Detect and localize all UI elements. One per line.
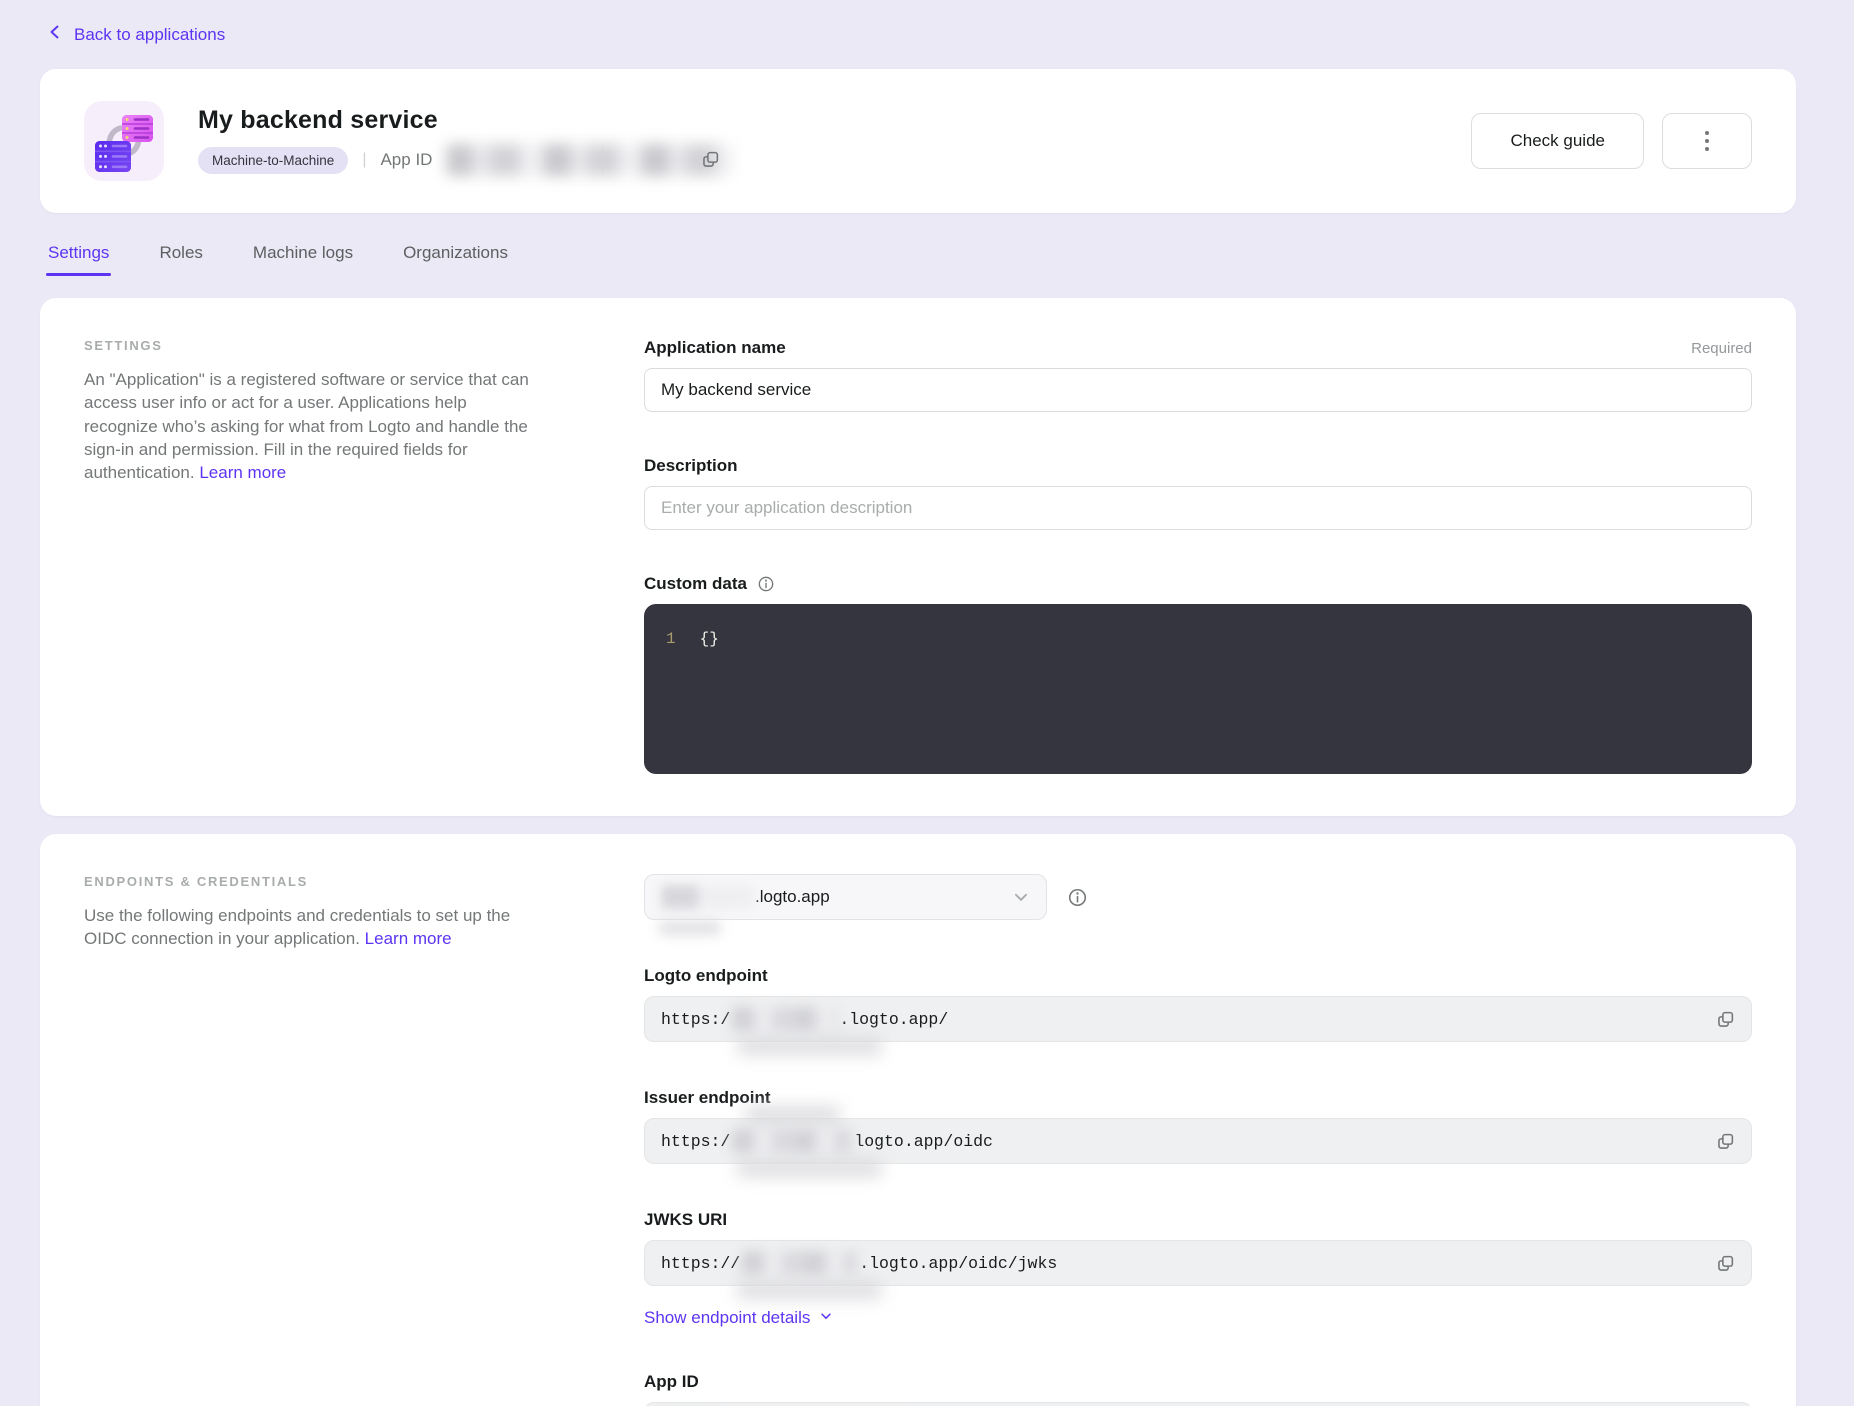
issuer-endpoint-group: Issuer endpoint https:/ logto.app/oidc [644, 1088, 1752, 1164]
settings-section-intro: SETTINGS An "Application" is a registere… [84, 338, 539, 484]
tenant-id-blur-spill [659, 921, 721, 935]
chevron-down-icon [819, 1308, 833, 1328]
settings-form: Application name Required Description Cu… [644, 338, 1752, 774]
copy-icon[interactable] [701, 150, 720, 169]
show-endpoint-details-toggle[interactable]: Show endpoint details [644, 1308, 833, 1328]
tenant-domain-suffix: .logto.app [755, 887, 830, 907]
copy-icon[interactable] [1716, 1132, 1735, 1151]
tenant-id-blur [661, 885, 753, 909]
chevron-left-icon [48, 24, 62, 45]
endpoint-value-prefix: https:/ [661, 1132, 730, 1151]
back-to-applications-link[interactable]: Back to applications [48, 24, 225, 45]
endpoint-blur-spill [737, 1281, 882, 1299]
copy-icon[interactable] [1716, 1010, 1735, 1029]
application-name-input[interactable] [644, 368, 1752, 412]
application-header-card: My backend service Machine-to-Machine | … [40, 69, 1796, 213]
endpoint-value-prefix: https:// [661, 1254, 740, 1273]
endpoint-value-prefix: https:/ [661, 1010, 730, 1029]
app-id-group: App ID [644, 1372, 1752, 1406]
editor-content: {} [700, 630, 719, 648]
header-actions: Check guide [1471, 113, 1752, 169]
settings-section-title: SETTINGS [84, 338, 539, 353]
tenant-endpoint-row: .logto.app [644, 874, 1752, 920]
settings-learn-more-link[interactable]: Learn more [199, 463, 286, 482]
app-id-field [644, 1402, 1752, 1406]
settings-card: SETTINGS An "Application" is a registere… [40, 298, 1796, 816]
endpoint-blur-spill [737, 1037, 882, 1055]
endpoint-blur-spill [737, 1159, 882, 1177]
back-link-label: Back to applications [74, 25, 225, 45]
jwks-uri-field: https:// .logto.app/oidc/jwks [644, 1240, 1752, 1286]
page-shell: Back to applications [40, 0, 1796, 1406]
application-name-label: Application name [644, 338, 786, 358]
machine-to-machine-app-icon [84, 101, 164, 181]
endpoint-value-suffix: .logto.app/oidc/jwks [859, 1254, 1057, 1273]
custom-data-label: Custom data [644, 574, 747, 594]
chevron-down-icon [1012, 888, 1030, 906]
info-icon[interactable] [757, 575, 775, 593]
tab-roles[interactable]: Roles [159, 243, 202, 276]
copy-icon[interactable] [1716, 1254, 1735, 1273]
logto-endpoint-group: Logto endpoint https:/ .logto.app/ [644, 966, 1752, 1042]
endpoint-value-blur [732, 1129, 852, 1153]
description-field-group: Description [644, 456, 1752, 530]
tenant-domain-select[interactable]: .logto.app [644, 874, 1047, 920]
jwks-uri-group: JWKS URI https:// .logto.app/oidc/jwks [644, 1210, 1752, 1286]
application-name-field-group: Application name Required [644, 338, 1752, 412]
endpoint-value-blur [742, 1251, 857, 1275]
tab-machine-logs[interactable]: Machine logs [253, 243, 353, 276]
issuer-endpoint-field: https:/ logto.app/oidc [644, 1118, 1752, 1164]
description-input[interactable] [644, 486, 1752, 530]
show-endpoint-details-label: Show endpoint details [644, 1308, 810, 1328]
app-id-field-label: App ID [644, 1372, 699, 1392]
jwks-uri-label: JWKS URI [644, 1210, 727, 1230]
more-actions-button[interactable] [1662, 113, 1752, 169]
endpoints-learn-more-link[interactable]: Learn more [365, 929, 452, 948]
endpoint-blur-spill [745, 1106, 840, 1124]
issuer-endpoint-label: Issuer endpoint [644, 1088, 771, 1108]
endpoint-value-suffix: logto.app/oidc [854, 1132, 993, 1151]
app-id-value-redacted [446, 144, 732, 176]
application-tabs: Settings Roles Machine logs Organization… [48, 243, 1796, 276]
application-header-text: My backend service Machine-to-Machine | … [198, 106, 1447, 176]
app-id-label: App ID [380, 150, 432, 170]
check-guide-button[interactable]: Check guide [1471, 113, 1644, 169]
endpoints-credentials-card: ENDPOINTS & CREDENTIALS Use the followin… [40, 834, 1796, 1406]
endpoint-value-suffix: .logto.app/ [839, 1010, 948, 1029]
tab-settings[interactable]: Settings [48, 243, 109, 276]
editor-line-number: 1 [666, 630, 676, 648]
logto-endpoint-label: Logto endpoint [644, 966, 768, 986]
page-title: My backend service [198, 106, 1447, 135]
meta-divider: | [362, 151, 366, 169]
endpoints-section-intro: ENDPOINTS & CREDENTIALS Use the followin… [84, 874, 539, 951]
endpoints-section-title: ENDPOINTS & CREDENTIALS [84, 874, 539, 889]
tab-organizations[interactable]: Organizations [403, 243, 508, 276]
custom-data-field-group: Custom data 1 {} [644, 574, 1752, 774]
check-guide-label: Check guide [1510, 131, 1605, 151]
application-type-badge: Machine-to-Machine [198, 147, 348, 174]
endpoint-value-blur [732, 1007, 837, 1031]
kebab-menu-icon [1705, 131, 1709, 151]
logto-endpoint-field: https:/ .logto.app/ [644, 996, 1752, 1042]
endpoints-section-description: Use the following endpoints and credenti… [84, 904, 539, 951]
endpoints-form: .logto.app Logto endpoint https:/ .logto… [644, 874, 1752, 1406]
required-hint: Required [1691, 340, 1752, 357]
app-id-blur [446, 144, 732, 176]
custom-data-code-editor[interactable]: 1 {} [644, 604, 1752, 774]
settings-section-description: An "Application" is a registered softwar… [84, 368, 539, 484]
info-icon[interactable] [1067, 887, 1088, 908]
application-meta-row: Machine-to-Machine | App ID [198, 144, 1447, 176]
description-label: Description [644, 456, 738, 476]
